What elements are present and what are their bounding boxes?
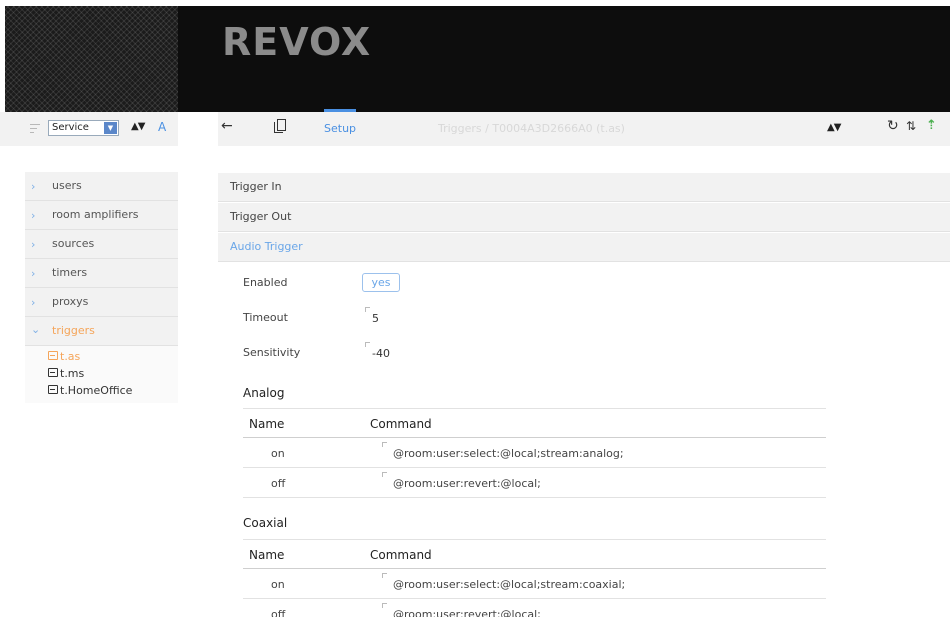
chevron-right-icon: › <box>31 296 36 309</box>
service-select[interactable]: Service ▼ <box>48 120 119 136</box>
edit-marker-icon <box>365 342 370 347</box>
row-command[interactable]: @room:user:select:@local;stream:analog; <box>393 447 624 460</box>
sensitivity-value[interactable]: -40 <box>372 347 390 360</box>
column-name: Name <box>249 417 285 431</box>
edit-marker-icon <box>365 307 370 312</box>
trigger-item-t-homeoffice[interactable]: t.HomeOffice <box>25 382 178 399</box>
sidebar-item-proxys[interactable]: › proxys <box>25 288 178 317</box>
upload-icon[interactable]: ⇡ <box>926 118 937 133</box>
trigger-icon <box>48 368 58 377</box>
chevron-down-icon: ⌄ <box>31 323 41 336</box>
sidebar-item-label: room amplifiers <box>52 208 139 221</box>
sensitivity-label: Sensitivity <box>243 346 301 359</box>
service-select-value: Service <box>52 122 89 133</box>
tab-setup[interactable]: Setup <box>324 122 356 135</box>
chevron-right-icon: › <box>31 238 36 251</box>
chevron-right-icon: › <box>31 267 36 280</box>
timeout-value[interactable]: 5 <box>372 312 379 325</box>
column-command: Command <box>370 548 432 562</box>
filter-icon[interactable] <box>30 124 40 134</box>
row-command[interactable]: @room:user:revert:@local; <box>393 608 541 617</box>
breadcrumb: Triggers / T0004A3D2666A0 (t.as) <box>438 122 625 135</box>
sort-updown-icon[interactable]: ▲▼ <box>827 122 841 133</box>
trigger-item-t-ms[interactable]: t.ms <box>25 365 178 382</box>
section-title: Trigger Out <box>230 210 292 223</box>
sidebar-item-users[interactable]: › users <box>25 172 178 201</box>
sidebar-item-label: users <box>52 179 82 192</box>
arrow-left-icon[interactable]: ← <box>221 118 233 134</box>
analog-title: Analog <box>243 386 285 400</box>
sidebar-item-timers[interactable]: › timers <box>25 259 178 288</box>
coaxial-title: Coaxial <box>243 516 288 530</box>
timeout-label: Timeout <box>243 311 288 324</box>
app-header: REVOX <box>0 0 950 112</box>
copy-icon[interactable] <box>274 119 286 133</box>
chevron-right-icon: › <box>31 209 36 222</box>
sort-updown-icon[interactable]: ▲▼ <box>131 121 145 132</box>
row-name: on <box>271 578 285 591</box>
analog-table-header: Name Command <box>243 408 826 438</box>
trigger-icon <box>48 351 58 360</box>
trigger-item-label: t.ms <box>60 367 85 380</box>
swap-icon[interactable]: ⇅ <box>906 119 916 133</box>
row-name: off <box>271 608 286 617</box>
sidebar-item-label: sources <box>52 237 95 250</box>
row-command[interactable]: @room:user:revert:@local; <box>393 477 541 490</box>
sidebar: › users › room amplifiers › sources › ti… <box>25 172 178 403</box>
tab-setup-indicator <box>324 109 356 112</box>
edit-marker-icon <box>382 603 387 608</box>
trigger-item-label: t.as <box>60 350 81 363</box>
triggers-list: t.as t.ms t.HomeOffice <box>25 346 178 403</box>
section-title: Trigger In <box>230 180 282 193</box>
edit-marker-icon <box>382 472 387 477</box>
chevron-down-icon: ▼ <box>104 122 117 134</box>
section-trigger-out[interactable]: Trigger Out <box>218 203 950 232</box>
trigger-icon <box>48 385 58 394</box>
trigger-item-t-as[interactable]: t.as <box>25 348 178 365</box>
coaxial-table-header: Name Command <box>243 539 826 569</box>
edit-marker-icon <box>382 442 387 447</box>
refresh-icon[interactable]: ↻ <box>887 118 899 134</box>
table-row: on @room:user:select:@local;stream:analo… <box>243 438 826 468</box>
sidebar-item-label: timers <box>52 266 88 279</box>
row-name: off <box>271 477 286 490</box>
chevron-right-icon: › <box>31 180 36 193</box>
revox-logo: REVOX <box>222 20 372 64</box>
section-trigger-in[interactable]: Trigger In <box>218 173 950 202</box>
row-name: on <box>271 447 285 460</box>
enabled-label: Enabled <box>243 276 288 289</box>
table-row: on @room:user:select:@local;stream:coaxi… <box>243 569 826 599</box>
sidebar-item-label: triggers <box>52 324 95 337</box>
enabled-toggle[interactable]: yes <box>362 273 400 292</box>
sidebar-item-label: proxys <box>52 295 89 308</box>
column-command: Command <box>370 417 432 431</box>
edit-marker-icon <box>382 573 387 578</box>
font-size-button[interactable]: A <box>158 120 166 134</box>
section-title: Audio Trigger <box>230 240 303 253</box>
sidebar-item-sources[interactable]: › sources <box>25 230 178 259</box>
row-command[interactable]: @room:user:select:@local;stream:coaxial; <box>393 578 625 591</box>
trigger-item-label: t.HomeOffice <box>60 384 133 397</box>
table-row: off @room:user:revert:@local; <box>243 599 826 617</box>
column-name: Name <box>249 548 285 562</box>
sidebar-item-room-amplifiers[interactable]: › room amplifiers <box>25 201 178 230</box>
section-audio-trigger[interactable]: Audio Trigger <box>218 233 950 262</box>
sidebar-item-triggers[interactable]: ⌄ triggers <box>25 317 178 346</box>
table-row: off @room:user:revert:@local; <box>243 468 826 498</box>
